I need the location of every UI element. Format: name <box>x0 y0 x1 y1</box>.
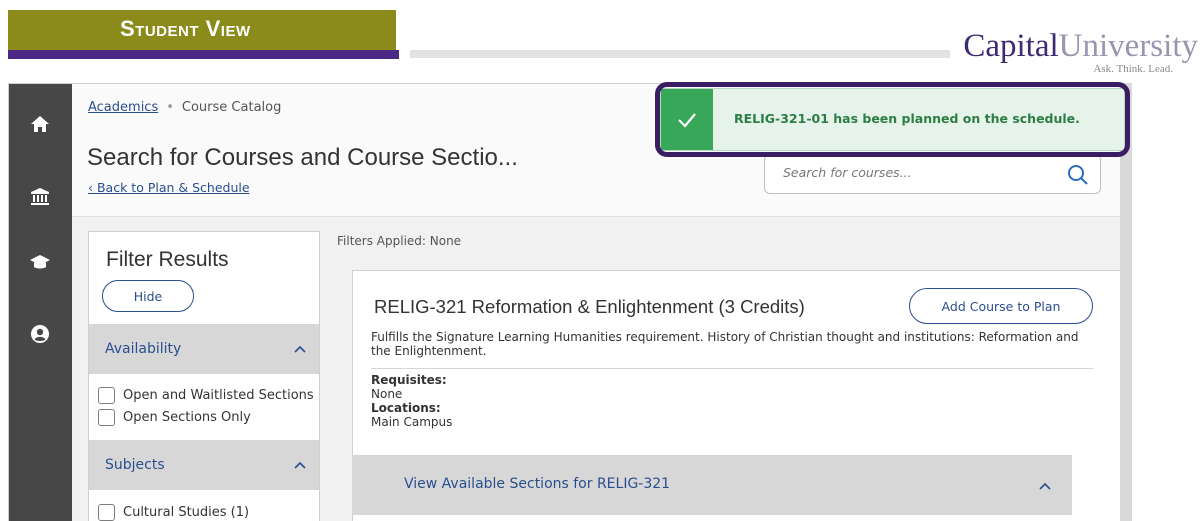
search-icon[interactable] <box>1066 163 1090 187</box>
brand-bar <box>8 50 399 59</box>
filters-applied: Filters Applied: None <box>337 234 462 248</box>
side-nav <box>9 84 72 521</box>
filter-panel: Filter Results Hide Availability Open an… <box>88 231 320 521</box>
course-search <box>764 154 1101 194</box>
course-card: RELIG-321 Reformation & Enlightenment (3… <box>352 270 1129 521</box>
logo-tagline: Ask. Think. Lead. <box>1093 63 1173 75</box>
logo-capital: Capital <box>963 28 1059 64</box>
breadcrumb: Academics • Course Catalog <box>88 100 281 115</box>
locations-label: Locations: <box>371 401 441 415</box>
filter-title: Filter Results <box>106 248 229 271</box>
breadcrumb-academics-link[interactable]: Academics <box>88 100 158 115</box>
view-sections-label: View Available Sections for RELIG-321 <box>404 476 671 492</box>
university-logo: CapitalUniversity Ask. Think. Lead. <box>963 28 1198 76</box>
course-details: Requisites: None Locations: Main Campus <box>371 373 452 429</box>
header-divider <box>410 50 950 58</box>
checkbox[interactable] <box>98 504 115 521</box>
availability-label: Availability <box>105 341 182 357</box>
availability-facet-header[interactable]: Availability <box>89 324 319 374</box>
checkbox[interactable] <box>98 409 115 426</box>
subjects-facet-header[interactable]: Subjects <box>89 440 319 490</box>
highlight-outline <box>655 82 1130 157</box>
user-circle-icon[interactable] <box>26 320 54 348</box>
subjects-label: Subjects <box>105 457 165 473</box>
course-description: Fulfills the Signature Learning Humaniti… <box>371 330 1079 358</box>
chevron-up-icon <box>1039 482 1051 490</box>
add-course-to-plan-button[interactable]: Add Course to Plan <box>909 288 1093 324</box>
logo-university: University <box>1058 28 1198 64</box>
divider <box>371 368 1093 369</box>
open-waitlisted-checkbox[interactable]: Open and Waitlisted Sections <box>98 387 314 404</box>
breadcrumb-separator: • <box>166 100 174 115</box>
search-input[interactable] <box>781 164 1055 181</box>
chevron-up-icon <box>294 345 306 353</box>
chevron-left-icon: ‹ <box>88 180 93 195</box>
chevron-up-icon <box>294 461 306 469</box>
home-icon[interactable] <box>26 110 54 138</box>
checkbox-label: Open Sections Only <box>123 410 251 425</box>
back-link-label: Back to Plan & Schedule <box>96 180 250 195</box>
checkbox-label: Open and Waitlisted Sections <box>123 388 314 403</box>
checkbox[interactable] <box>98 387 115 404</box>
back-to-plan-link[interactable]: ‹ Back to Plan & Schedule <box>88 180 250 195</box>
open-only-checkbox[interactable]: Open Sections Only <box>98 409 251 426</box>
requisites-value: None <box>371 387 403 401</box>
student-view-banner: Student View <box>8 10 396 50</box>
institution-icon[interactable] <box>26 183 54 211</box>
locations-value: Main Campus <box>371 415 453 429</box>
requisites-label: Requisites: <box>371 373 447 387</box>
page-title: Search for Courses and Course Sectio... <box>87 144 518 171</box>
hide-filters-button[interactable]: Hide <box>102 280 194 312</box>
graduation-cap-icon[interactable] <box>26 248 54 276</box>
view-sections-header[interactable]: View Available Sections for RELIG-321 <box>352 455 1072 515</box>
cultural-studies-checkbox[interactable]: Cultural Studies (1) <box>98 504 249 521</box>
breadcrumb-current: Course Catalog <box>181 100 282 115</box>
checkbox-label: Cultural Studies (1) <box>123 505 250 520</box>
course-title: RELIG-321 Reformation & Enlightenment (3… <box>374 296 805 317</box>
